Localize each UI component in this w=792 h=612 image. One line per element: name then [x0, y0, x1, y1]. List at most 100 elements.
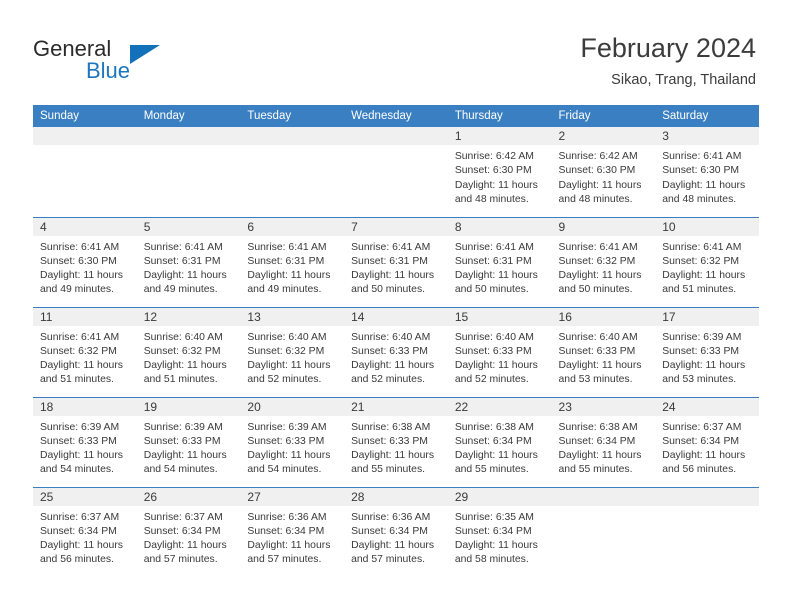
calendar-body: 1 Sunrise: 6:42 AM Sunset: 6:30 PM Daylight…: [33, 127, 759, 577]
day-cell[interactable]: 20 Sunrise: 6:39 AM Sunset: 6:33 PM Dayligh…: [240, 396, 345, 487]
day-cell[interactable]: 4 Sunrise: 6:41 AM Sunset: 6:30 PM Daylight…: [33, 216, 137, 307]
daylight-text-line1: Daylight: 11 hours: [558, 360, 642, 372]
day-cell[interactable]: 11 Sunrise: 6:41 AM Sunset: 6:32 PM Dayligh…: [33, 306, 137, 397]
sunset-text: Sunset: 6:32 PM: [662, 255, 740, 267]
day-number: 15: [447, 307, 552, 326]
daylight-text-line1: Daylight: 11 hours: [143, 360, 227, 372]
sunset-text: Sunset: 6:33 PM: [247, 435, 325, 447]
day-cell[interactable]: 14 Sunrise: 6:40 AM Sunset: 6:33 PM Dayligh…: [344, 306, 448, 397]
day-cell[interactable]: 3 Sunrise: 6:41 AM Sunset: 6:30 PM Daylight…: [655, 127, 759, 217]
day-cell[interactable]: 29 Sunrise: 6:35 AM Sunset: 6:34 PM Dayligh…: [447, 486, 552, 577]
daylight-text-line2: and 50 minutes.: [558, 284, 633, 296]
day-cell[interactable]: 16 Sunrise: 6:40 AM Sunset: 6:33 PM Dayligh…: [551, 306, 656, 397]
daylight-text-line1: Daylight: 11 hours: [454, 540, 538, 552]
day-cell[interactable]: [655, 486, 759, 577]
daylight-text-line1: Daylight: 11 hours: [143, 270, 227, 282]
day-cell[interactable]: 15 Sunrise: 6:40 AM Sunset: 6:33 PM Dayligh…: [447, 306, 552, 397]
sunrise-text: Sunrise: 6:39 AM: [247, 421, 327, 433]
sunrise-text: Sunrise: 6:41 AM: [247, 241, 327, 253]
day-cell[interactable]: 5 Sunrise: 6:41 AM Sunset: 6:31 PM Daylight…: [136, 216, 241, 307]
day-cell[interactable]: 2 Sunrise: 6:42 AM Sunset: 6:30 PM Daylight…: [551, 127, 656, 217]
day-number: 22: [447, 397, 552, 416]
daylight-text-line2: and 50 minutes.: [454, 284, 529, 296]
day-cell[interactable]: 22 Sunrise: 6:38 AM Sunset: 6:34 PM Dayligh…: [447, 396, 552, 487]
day-cell[interactable]: 25 Sunrise: 6:37 AM Sunset: 6:34 PM Dayligh…: [33, 486, 137, 577]
day-number: 13: [240, 307, 345, 326]
day-number: 6: [240, 217, 345, 236]
sunset-text: Sunset: 6:34 PM: [143, 525, 221, 537]
day-number: 9: [551, 217, 656, 236]
sunrise-text: Sunrise: 6:37 AM: [662, 421, 742, 433]
day-cell[interactable]: [240, 127, 345, 217]
sunrise-text: Sunrise: 6:39 AM: [40, 421, 120, 433]
day-cell[interactable]: 23 Sunrise: 6:38 AM Sunset: 6:34 PM Dayligh…: [551, 396, 656, 487]
sunrise-text: Sunrise: 6:41 AM: [558, 241, 638, 253]
calendar-page: General Blue February 2024 Sikao, Trang,…: [0, 0, 792, 612]
day-cell[interactable]: 1 Sunrise: 6:42 AM Sunset: 6:30 PM Daylight…: [447, 127, 552, 217]
sunset-text: Sunset: 6:34 PM: [454, 525, 532, 537]
day-number: 14: [344, 307, 448, 326]
day-number: 7: [344, 217, 448, 236]
day-number: 5: [136, 217, 241, 236]
sunset-text: Sunset: 6:31 PM: [454, 255, 532, 267]
day-cell[interactable]: 8 Sunrise: 6:41 AM Sunset: 6:31 PM Daylight…: [447, 216, 552, 307]
calendar-grid: Sunday Monday Tuesday Wednesday Thursday…: [33, 105, 759, 577]
day-cell[interactable]: [136, 127, 241, 217]
daylight-text-line1: Daylight: 11 hours: [143, 540, 227, 552]
day-cell[interactable]: [551, 486, 656, 577]
page-title: February 2024: [580, 33, 756, 63]
daylight-text-line2: and 49 minutes.: [143, 284, 218, 296]
sunrise-text: Sunrise: 6:37 AM: [40, 511, 120, 523]
day-cell[interactable]: [344, 127, 448, 217]
day-cell[interactable]: 26 Sunrise: 6:37 AM Sunset: 6:34 PM Dayligh…: [136, 486, 241, 577]
day-cell[interactable]: 13 Sunrise: 6:40 AM Sunset: 6:32 PM Dayligh…: [240, 306, 345, 397]
daylight-text-line1: Daylight: 11 hours: [247, 360, 331, 372]
sunrise-text: Sunrise: 6:41 AM: [40, 241, 120, 253]
day-cell[interactable]: [33, 127, 137, 217]
sunrise-text: Sunrise: 6:38 AM: [454, 421, 534, 433]
day-number: 19: [136, 397, 241, 416]
day-number: 8: [447, 217, 552, 236]
day-cell[interactable]: 12 Sunrise: 6:40 AM Sunset: 6:32 PM Dayligh…: [136, 306, 241, 397]
daylight-text-line1: Daylight: 11 hours: [454, 270, 538, 282]
day-number: 24: [655, 397, 759, 416]
sunset-text: Sunset: 6:33 PM: [662, 345, 740, 357]
daylight-text-line1: Daylight: 11 hours: [247, 270, 331, 282]
calendar-table: Sunday Monday Tuesday Wednesday Thursday…: [33, 105, 759, 577]
day-number: 28: [344, 487, 448, 506]
sunset-text: Sunset: 6:34 PM: [247, 525, 325, 537]
day-cell[interactable]: 6 Sunrise: 6:41 AM Sunset: 6:31 PM Daylight…: [240, 216, 345, 307]
weekday-header-sunday: Sunday: [33, 105, 137, 127]
sunset-text: Sunset: 6:31 PM: [351, 255, 428, 267]
day-cell[interactable]: 24 Sunrise: 6:37 AM Sunset: 6:34 PM Dayligh…: [655, 396, 759, 487]
daylight-text-line1: Daylight: 11 hours: [662, 179, 746, 191]
day-cell[interactable]: 17 Sunrise: 6:39 AM Sunset: 6:33 PM Dayligh…: [655, 306, 759, 397]
daylight-text-line2: and 51 minutes.: [662, 284, 737, 296]
sunset-text: Sunset: 6:32 PM: [40, 345, 117, 357]
sunrise-text: Sunrise: 6:41 AM: [662, 241, 742, 253]
sunset-text: Sunset: 6:34 PM: [454, 435, 532, 447]
sunrise-text: Sunrise: 6:38 AM: [351, 421, 431, 433]
day-number: [655, 487, 759, 506]
sunset-text: Sunset: 6:33 PM: [351, 435, 428, 447]
day-cell[interactable]: 10 Sunrise: 6:41 AM Sunset: 6:32 PM Dayligh…: [655, 216, 759, 307]
sunrise-text: Sunrise: 6:35 AM: [454, 511, 534, 523]
sunset-text: Sunset: 6:33 PM: [454, 345, 532, 357]
sunset-text: Sunset: 6:32 PM: [558, 255, 636, 267]
day-cell[interactable]: 18 Sunrise: 6:39 AM Sunset: 6:33 PM Dayligh…: [33, 396, 137, 487]
daylight-text-line1: Daylight: 11 hours: [247, 540, 331, 552]
sunrise-text: Sunrise: 6:41 AM: [662, 151, 742, 162]
day-cell[interactable]: 21 Sunrise: 6:38 AM Sunset: 6:33 PM Dayligh…: [344, 396, 448, 487]
day-cell[interactable]: 28 Sunrise: 6:36 AM Sunset: 6:34 PM Dayligh…: [344, 486, 448, 577]
daylight-text-line1: Daylight: 11 hours: [558, 450, 642, 462]
day-cell[interactable]: 7 Sunrise: 6:41 AM Sunset: 6:31 PM Daylight…: [344, 216, 448, 307]
day-cell[interactable]: 9 Sunrise: 6:41 AM Sunset: 6:32 PM Daylight…: [551, 216, 656, 307]
title-block: February 2024 Sikao, Trang, Thailand: [580, 32, 756, 89]
week-row: 18 Sunrise: 6:39 AM Sunset: 6:33 PM Dayligh…: [33, 396, 759, 487]
daylight-text-line2: and 54 minutes.: [143, 464, 218, 476]
sunrise-text: Sunrise: 6:39 AM: [143, 421, 223, 433]
day-cell[interactable]: 19 Sunrise: 6:39 AM Sunset: 6:33 PM Dayligh…: [136, 396, 241, 487]
daylight-text-line1: Daylight: 11 hours: [454, 450, 538, 462]
day-cell[interactable]: 27 Sunrise: 6:36 AM Sunset: 6:34 PM Dayligh…: [240, 486, 345, 577]
day-number: 11: [33, 307, 137, 326]
